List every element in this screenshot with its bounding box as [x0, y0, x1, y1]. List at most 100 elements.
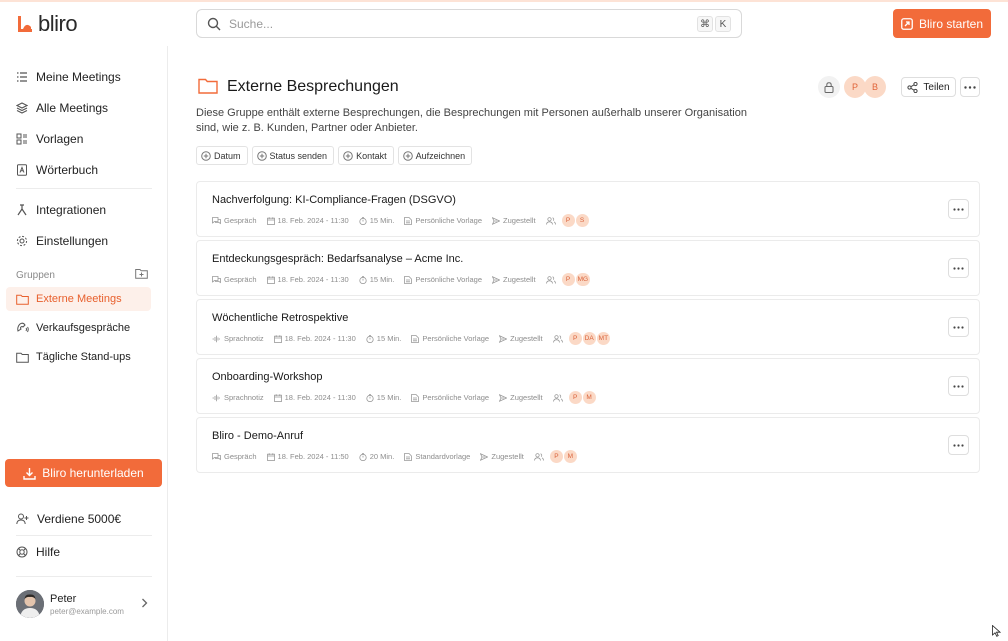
meeting-template: Persönliche Vorlage: [415, 216, 483, 225]
share-icon: [907, 81, 919, 93]
meeting-duration: 15 Min.: [376, 334, 402, 343]
dictionary-icon: [16, 164, 28, 176]
meeting-title: Bliro - Demo-Anruf: [212, 430, 304, 442]
bliro-logo-icon: [16, 14, 34, 34]
sidebar-item-my-meetings[interactable]: Meine Meetings: [16, 67, 121, 87]
filter-chip-status[interactable]: Status senden: [251, 146, 335, 165]
sidebar-group-daily-standups[interactable]: Tägliche Stand-ups: [6, 345, 151, 369]
meeting-duration: 15 Min.: [376, 393, 402, 402]
user-profile[interactable]: Peter peter@example.com: [16, 588, 156, 620]
sidebar-group-sales-calls[interactable]: Verkaufsgespräche: [6, 316, 151, 340]
shortcut-k-key: K: [715, 16, 731, 32]
meeting-more-button[interactable]: [948, 376, 969, 396]
search-bar[interactable]: ⌘ K: [196, 9, 742, 38]
sidebar-group-external-meetings[interactable]: Externe Meetings: [6, 287, 151, 311]
filter-chip-record[interactable]: Aufzeichnen: [397, 146, 473, 165]
participant-avatar: M: [563, 450, 577, 463]
calendar-icon: [266, 216, 275, 225]
meeting-card[interactable]: Bliro - Demo-Anruf Gespräch 18. Feb. 202…: [196, 417, 980, 473]
sidebar-item-integrations[interactable]: Integrationen: [16, 200, 106, 220]
template-icon: [404, 275, 413, 284]
search-input[interactable]: [229, 16, 669, 31]
meeting-meta: Gespräch 18. Feb. 2024 - 11:50 20 Min. S…: [212, 450, 577, 463]
meeting-duration: 15 Min.: [369, 216, 395, 225]
add-folder-icon[interactable]: [135, 268, 148, 279]
meeting-type: Gespräch: [224, 216, 257, 225]
meeting-more-button[interactable]: [948, 317, 969, 337]
meeting-template: Persönliche Vorlage: [422, 393, 490, 402]
meeting-status: Zugestellt: [503, 216, 536, 225]
meeting-date: 18. Feb. 2024 - 11:30: [284, 334, 356, 343]
sidebar-item-help[interactable]: Hilfe: [16, 542, 60, 562]
filter-chip-label: Kontakt: [356, 150, 387, 161]
sidebar-item-templates[interactable]: Vorlagen: [16, 129, 83, 149]
avatar[interactable]: B: [864, 76, 886, 98]
timer-icon: [359, 275, 367, 284]
ellipsis-icon: [953, 207, 964, 211]
participant-avatar: M: [582, 391, 596, 404]
meeting-card[interactable]: Nachverfolgung: KI-Compliance-Fragen (DS…: [196, 181, 980, 237]
sidebar-item-label: Vorlagen: [36, 132, 84, 146]
filter-chip-label: Status senden: [269, 150, 328, 161]
folder-icon: [16, 352, 29, 363]
participant-avatar: P: [561, 273, 575, 286]
meeting-card[interactable]: Onboarding-Workshop Sprachnotiz 18. Feb.…: [196, 358, 980, 414]
share-button[interactable]: Teilen: [901, 77, 956, 97]
group-description: Diese Gruppe enthält externe Besprechung…: [196, 107, 747, 134]
meeting-more-button[interactable]: [948, 199, 969, 219]
mouse-cursor-icon: [992, 625, 1001, 637]
filter-chip-date[interactable]: Datum: [196, 146, 248, 165]
sidebar-item-all-meetings[interactable]: Alle Meetings: [16, 98, 108, 118]
list-icon: [16, 71, 28, 83]
avatar[interactable]: P: [844, 76, 866, 98]
lock-button[interactable]: [818, 76, 840, 98]
chat-icon: [212, 216, 221, 225]
logo-text: bliro: [38, 11, 78, 36]
meeting-date: 18. Feb. 2024 - 11:30: [284, 393, 356, 402]
participants-icon: [552, 334, 563, 343]
timer-icon: [359, 452, 367, 461]
more-options-button[interactable]: [960, 77, 980, 97]
sidebar-item-settings[interactable]: Einstellungen: [16, 231, 108, 251]
filter-chip-label: Datum: [214, 150, 241, 161]
meeting-template: Persönliche Vorlage: [422, 334, 490, 343]
user-name: Peter: [50, 592, 77, 605]
meeting-template: Standardvorlage: [415, 452, 471, 461]
participants-icon: [545, 216, 556, 225]
meeting-more-button[interactable]: [948, 258, 969, 278]
sidebar-divider: [16, 576, 152, 577]
template-icon: [404, 216, 413, 225]
plus-circle-icon: [343, 150, 353, 161]
sidebar: Meine Meetings Alle Meetings Vorlagen Wö…: [0, 46, 168, 641]
help-label: Hilfe: [36, 545, 61, 559]
logo[interactable]: bliro: [16, 11, 78, 37]
template-icon: [16, 133, 28, 145]
calendar-icon: [273, 393, 282, 402]
meeting-type: Gespräch: [224, 275, 257, 284]
chevron-right-icon: [141, 598, 148, 608]
sidebar-item-earn[interactable]: Verdiene 5000€: [16, 509, 121, 529]
participants-icon: [552, 393, 563, 402]
meeting-more-button[interactable]: [948, 435, 969, 455]
download-bliro-button[interactable]: Bliro herunterladen: [5, 459, 162, 487]
sidebar-item-dictionary[interactable]: Wörterbuch: [16, 160, 98, 180]
meeting-duration: 20 Min.: [369, 452, 395, 461]
folder-icon: [16, 294, 29, 305]
meeting-card[interactable]: Entdeckungsgespräch: Bedarfsanalyse – Ac…: [196, 240, 980, 296]
ellipsis-icon: [953, 443, 964, 447]
participant-avatar: MT: [596, 332, 611, 345]
download-label: Bliro herunterladen: [42, 466, 144, 480]
sidebar-item-label: Einstellungen: [36, 234, 109, 248]
filter-chip-contact[interactable]: Kontakt: [338, 146, 394, 165]
send-icon: [492, 216, 501, 225]
lifebuoy-icon: [16, 546, 28, 558]
integrations-icon: [16, 204, 28, 216]
meeting-duration: 15 Min.: [369, 275, 395, 284]
sidebar-item-label: Alle Meetings: [36, 101, 109, 115]
search-icon: [207, 17, 221, 31]
folder-icon: [198, 78, 218, 94]
start-bliro-button[interactable]: Bliro starten: [893, 9, 991, 38]
plus-circle-icon: [402, 150, 413, 161]
timer-icon: [366, 334, 374, 343]
meeting-card[interactable]: Wöchentliche Retrospektive Sprachnotiz 1…: [196, 299, 980, 355]
